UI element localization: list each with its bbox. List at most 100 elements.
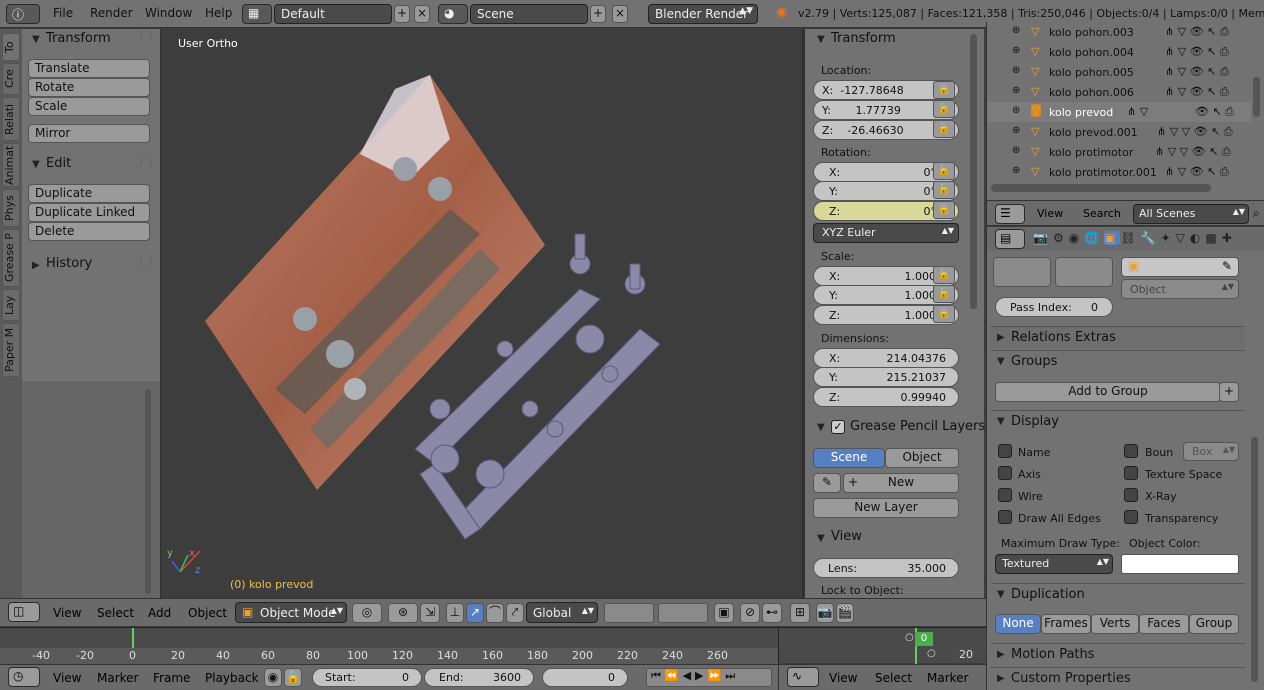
view3d-editor-type-button[interactable]: ◫ (8, 602, 40, 622)
lock-icon[interactable]: 🔓 (933, 120, 955, 138)
object-select[interactable]: Object ▲▼ (1121, 279, 1239, 299)
motion-paths-panel[interactable]: ▶ Motion Paths (991, 643, 1245, 665)
relations-extras-panel[interactable]: ▶ Relations Extras (991, 326, 1245, 348)
3d-viewport[interactable]: User Ortho x y z (0) kolo prevod (160, 29, 804, 598)
layout-name-field[interactable]: Default (274, 4, 392, 24)
duplicate-linked-button[interactable]: Duplicate Linked (28, 203, 150, 222)
gp-pencil-icon[interactable]: ✎ (813, 473, 841, 493)
outliner-restrict-icons[interactable]: ⋔ ▽ ▽ 👁 ↖ ⎙ (1155, 145, 1231, 159)
scene-browse-button[interactable]: ◕ (438, 4, 468, 24)
transparency-checkbox[interactable] (1124, 510, 1138, 524)
graph-view-menu[interactable]: View (829, 671, 857, 685)
reference-photo-plane[interactable] (205, 75, 545, 490)
dup-frames-button[interactable]: Frames (1041, 614, 1091, 634)
pass-index-field[interactable]: Pass Index: 0 (995, 297, 1113, 317)
rotation-mode-select[interactable]: XYZ Euler ▲▼ (813, 223, 959, 243)
timeline-ruler[interactable]: -40 -20 0 20 40 60 80 100 120 140 160 18… (0, 627, 778, 664)
tab-physics[interactable]: Phys (2, 189, 20, 227)
outliner-restrict-icons[interactable]: ⋔ ▽ 👁 ↖ ⎙ (1165, 25, 1229, 39)
lock-icon[interactable]: 🔓 (933, 285, 955, 303)
scene-add-button[interactable]: + (590, 5, 606, 23)
add-menu[interactable]: Add (148, 606, 171, 620)
layers-grid-2[interactable] (1055, 257, 1113, 287)
eyedropper-icon[interactable]: ✎ (1222, 259, 1232, 273)
outliner-editor-type-button[interactable]: ☰ (995, 204, 1025, 224)
translate-manip-icon[interactable]: ⊥ (446, 603, 464, 623)
graph-editor-type-button[interactable]: ∿ (787, 667, 819, 687)
shading-button[interactable]: ◎ (352, 603, 382, 623)
lock-icon[interactable]: 🔓 (933, 162, 955, 180)
tab-grease-pencil[interactable]: Grease P (2, 229, 20, 287)
render-anim-icon[interactable]: 🎬 (836, 603, 854, 623)
timeline-editor-type-button[interactable]: ◷ (8, 667, 40, 687)
playback-controls[interactable]: ⏮⏪◀▶⏩⏭ (646, 668, 772, 687)
rotate-manip-icon[interactable]: ⌒ (486, 603, 504, 623)
collapse-triangle-icon[interactable]: ▼ (817, 34, 825, 45)
graph-marker-menu[interactable]: Marker (927, 671, 968, 685)
info-editor-type-button[interactable]: ⓘ (6, 4, 40, 24)
lock-icon[interactable]: 🔓 (933, 181, 955, 199)
outliner-hscrollbar[interactable] (991, 184, 1211, 192)
outliner-row[interactable]: ⊕ ▽ kolo prevod.001 ⋔ ▽ ▽ 👁 ↖ ⎙ (987, 122, 1251, 142)
add-to-group-button[interactable]: Add to Group (995, 382, 1221, 402)
tab-paper-model[interactable]: Paper M (2, 323, 20, 377)
render-engine-select[interactable]: Blender Render ▲▼ (648, 4, 758, 24)
timeline-view-menu[interactable]: View (53, 671, 81, 685)
xray-checkbox[interactable] (1124, 488, 1138, 502)
expand-triangle-icon[interactable]: ▶ (32, 260, 40, 271)
outliner-row[interactable]: ⊕ ▽ kolo pohon.006 ⋔ ▽ 👁 ↖ ⎙ (987, 82, 1251, 102)
outliner-row[interactable]: ⊕ ▽ kolo protimotor.001 ⋔ ▽ 👁 ↖ ⎙ (987, 162, 1251, 182)
scale-button[interactable]: Scale (28, 97, 150, 116)
widget-toggle[interactable]: ⇲ (420, 603, 440, 623)
collapse-triangle-icon[interactable]: ▼ (817, 533, 825, 544)
dimension-x-field[interactable]: X: 214.04376 (813, 348, 959, 368)
layers-grid-1[interactable] (993, 257, 1051, 287)
object-tab-icon[interactable]: ▣ (1104, 231, 1121, 245)
start-frame-field[interactable]: Start: 0 (312, 668, 422, 687)
layout-browse-button[interactable]: ▦ (242, 4, 272, 24)
layers-buttons-1[interactable] (604, 603, 654, 623)
snap-target-icon[interactable]: ⊞ (790, 603, 810, 623)
layout-close-button[interactable]: × (414, 5, 430, 23)
add-group-plus-icon[interactable]: + (1219, 382, 1239, 402)
keying-icon[interactable]: ◉ (264, 668, 282, 687)
drag-handle-icon[interactable]: ⋮⋮ (136, 256, 156, 267)
graph-handle-icon[interactable]: ○ (905, 632, 914, 643)
rotate-button[interactable]: Rotate (28, 78, 150, 97)
translate-button[interactable]: Translate (28, 59, 150, 78)
lock-icon[interactable]: 🔓 (933, 266, 955, 284)
collapse-triangle-icon[interactable]: ▼ (817, 422, 825, 433)
scale-manip-icon[interactable]: ⤤ (506, 603, 524, 623)
current-frame-field[interactable]: 0 (542, 668, 628, 687)
tab-layers[interactable]: Lay (2, 289, 20, 321)
menu-render[interactable]: Render (90, 6, 133, 20)
drag-handle-icon[interactable]: ⋮⋮ (136, 156, 156, 167)
outliner-vscrollbar[interactable] (1253, 77, 1260, 117)
gp-object-button[interactable]: Object (885, 448, 959, 468)
edit-panel-header[interactable]: Edit (46, 156, 71, 171)
render-icon[interactable]: 📷 (816, 603, 834, 623)
timeline-playback-menu[interactable]: Playback (205, 671, 259, 685)
view-n-header[interactable]: View (831, 529, 862, 544)
outliner-restrict-icons[interactable]: ⋔ ▽ 👁 ↖ ⎙ (1165, 45, 1229, 59)
dimension-y-field[interactable]: Y: 215.21037 (813, 367, 959, 387)
menu-window[interactable]: Window (145, 6, 192, 20)
transform-panel-header[interactable]: Transform (46, 31, 111, 46)
tab-create[interactable]: Cre (2, 63, 20, 95)
orientation-select[interactable]: Global ▲▼ (526, 602, 598, 623)
outliner-restrict-icons[interactable]: ⋔ ▽ 👁 ↖ ⎙ (1165, 85, 1229, 99)
dimension-z-field[interactable]: Z: 0.99940 (813, 387, 959, 407)
select-menu[interactable]: Select (97, 606, 134, 620)
pivot-button[interactable]: ⊛ (388, 603, 418, 623)
bounds-checkbox[interactable] (1124, 444, 1138, 458)
dup-none-button[interactable]: None (995, 614, 1041, 634)
duplication-panel[interactable]: ▼ Duplication (991, 583, 1245, 605)
tab-relations[interactable]: Relati (2, 97, 20, 141)
outliner-restrict-icons[interactable]: ⋔ ▽ 👁 ↖ ⎙ (1165, 65, 1229, 79)
outliner-row[interactable]: ⊕ ▽ kolo protimotor ⋔ ▽ ▽ 👁 ↖ ⎙ (987, 142, 1251, 162)
lens-field[interactable]: Lens: 35.000 (813, 558, 959, 578)
grease-pencil-checkbox[interactable]: ✓ (831, 420, 845, 434)
manipulator-icon[interactable]: ↗ (466, 603, 484, 623)
outliner-search-menu[interactable]: Search (1083, 207, 1121, 220)
scene-close-button[interactable]: × (612, 5, 628, 23)
